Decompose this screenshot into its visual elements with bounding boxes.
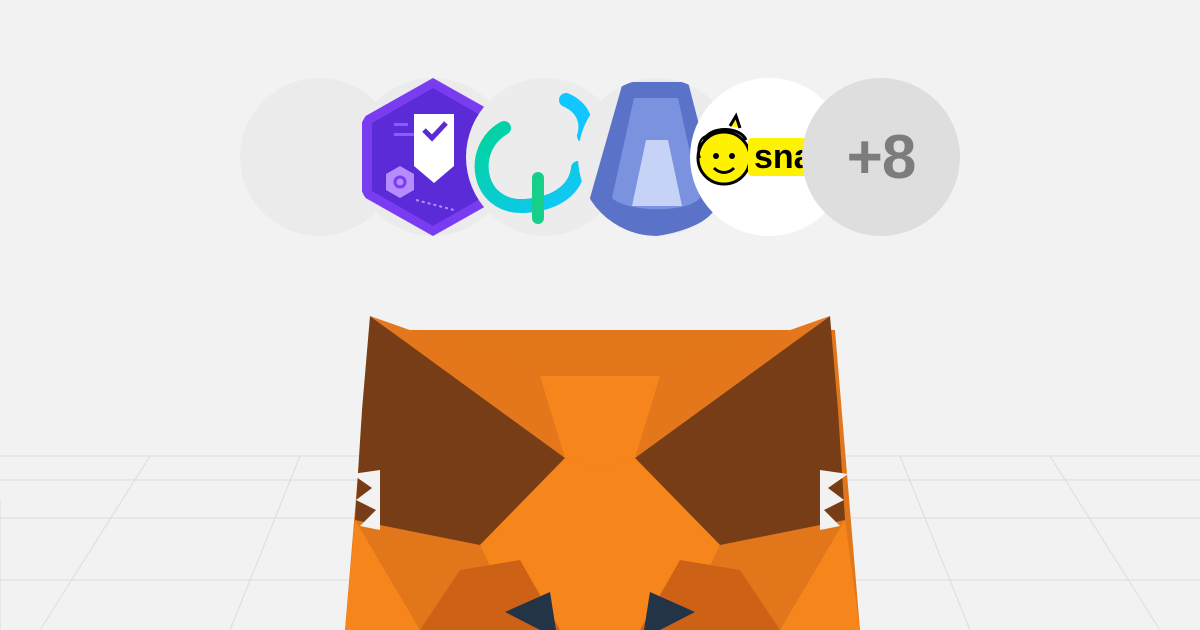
banner: sna +8 [0, 0, 1200, 630]
metamask-fox-icon [345, 316, 860, 630]
